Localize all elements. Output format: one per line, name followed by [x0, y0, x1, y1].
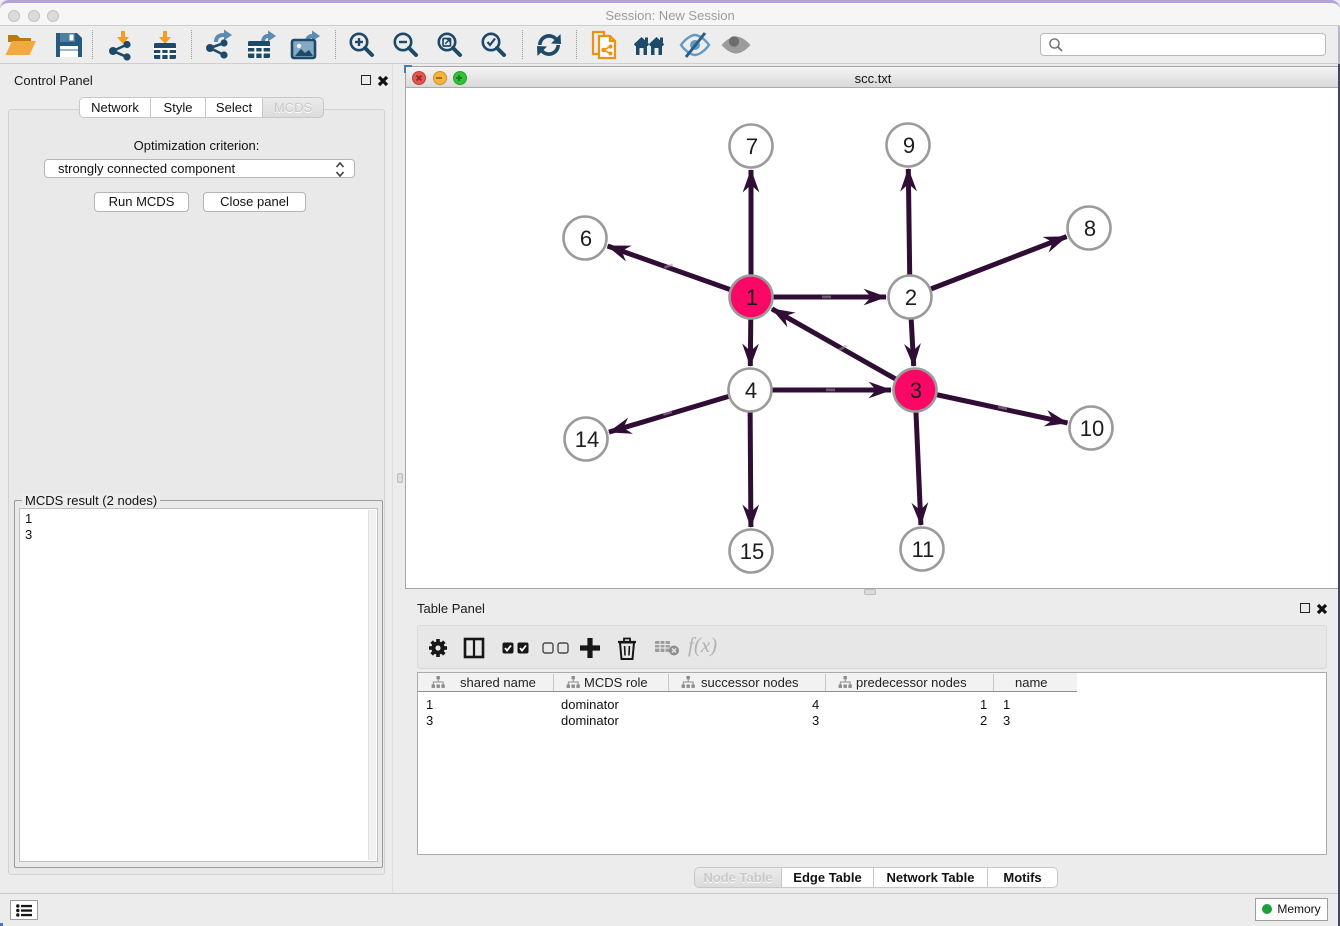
svg-text:6: 6	[580, 226, 592, 251]
svg-text:8: 8	[1084, 216, 1096, 241]
svg-text:3: 3	[910, 378, 922, 403]
svg-text:1: 1	[746, 285, 758, 310]
svg-text:4: 4	[745, 378, 757, 403]
svg-text:14: 14	[575, 427, 599, 452]
svg-text:10: 10	[1080, 416, 1104, 441]
svg-text:2: 2	[905, 285, 917, 310]
svg-text:15: 15	[740, 539, 764, 564]
svg-text:11: 11	[912, 537, 935, 562]
svg-text:7: 7	[746, 134, 758, 159]
svg-text:9: 9	[903, 133, 915, 158]
